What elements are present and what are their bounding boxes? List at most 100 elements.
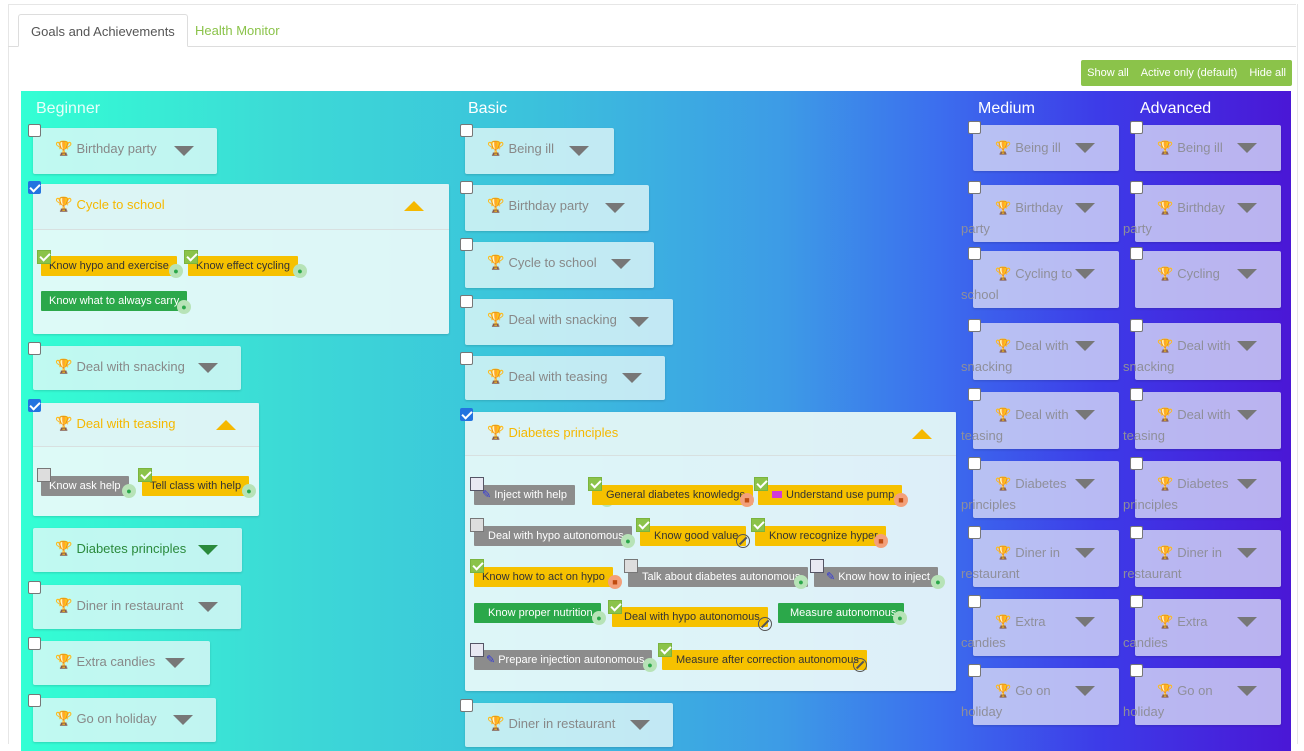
chevron-down-icon[interactable] — [198, 545, 218, 555]
chevron-down-icon[interactable] — [629, 317, 649, 327]
goal-card[interactable]: 🏆 Birthday party — [465, 185, 649, 231]
goal-checkbox[interactable] — [968, 526, 981, 539]
goal-checkbox[interactable] — [968, 457, 981, 470]
goal-checkbox[interactable] — [968, 388, 981, 401]
skill-chip[interactable]: Tell class with help — [142, 476, 250, 496]
chevron-down-icon[interactable] — [165, 658, 185, 668]
chevron-down-icon[interactable] — [630, 720, 650, 730]
skill-checkbox[interactable] — [636, 518, 650, 532]
chevron-up-icon[interactable] — [216, 420, 236, 430]
chevron-down-icon[interactable] — [1075, 479, 1095, 489]
goal-checkbox[interactable] — [1130, 121, 1143, 134]
skill-checkbox[interactable] — [184, 250, 198, 264]
goal-checkbox[interactable] — [460, 181, 473, 194]
goal-checkbox[interactable] — [1130, 526, 1143, 539]
goal-card[interactable]: 🏆 Being ill — [1135, 125, 1281, 171]
goal-checkbox[interactable] — [1130, 595, 1143, 608]
chevron-down-icon[interactable] — [1075, 341, 1095, 351]
chevron-down-icon[interactable] — [1237, 341, 1257, 351]
goal-card[interactable]: 🏆 Diner in restaurant — [961, 530, 1119, 587]
hide-all-button[interactable]: Hide all — [1243, 60, 1292, 86]
goal-checkbox[interactable] — [968, 247, 981, 260]
skill-checkbox[interactable] — [624, 559, 638, 573]
skill-chip[interactable]: Deal with hypo autonomous — [612, 607, 768, 627]
goal-card[interactable]: 🏆 Being ill — [973, 125, 1119, 171]
chevron-down-icon[interactable] — [198, 602, 218, 612]
skill-chip[interactable]: ✎ Inject with help — [474, 485, 575, 505]
chevron-down-icon[interactable] — [1075, 686, 1095, 696]
goal-card[interactable]: 🏆 Diabetes principles — [33, 528, 242, 572]
goal-card[interactable]: 🏆 Being ill — [465, 128, 614, 174]
skill-chip[interactable]: Measure after correction autonomous — [662, 650, 867, 670]
skill-chip[interactable]: Know hypo and exercise — [41, 256, 177, 276]
chevron-down-icon[interactable] — [1237, 269, 1257, 279]
goal-card[interactable]: 🏆 Extra candies — [33, 641, 210, 685]
skill-checkbox[interactable] — [37, 250, 51, 264]
goal-card[interactable]: 🏆 Diabetes principles — [1123, 461, 1281, 518]
chevron-down-icon[interactable] — [1075, 143, 1095, 153]
goal-checkbox[interactable] — [28, 124, 41, 137]
goal-checkbox[interactable] — [968, 595, 981, 608]
skill-checkbox[interactable] — [470, 559, 484, 573]
skill-chip[interactable]: Deal with hypo autonomous — [474, 526, 632, 546]
chevron-down-icon[interactable] — [622, 373, 642, 383]
skill-checkbox[interactable] — [588, 477, 602, 491]
goal-card[interactable]: 🏆 Extra candies — [1123, 599, 1281, 656]
goal-checkbox[interactable] — [968, 121, 981, 134]
skill-checkbox[interactable] — [608, 600, 622, 614]
goal-card[interactable]: 🏆 Cycle to school — [465, 242, 654, 288]
goal-card[interactable]: 🏆 Deal with snacking — [33, 346, 241, 390]
goal-checkbox[interactable] — [1130, 388, 1143, 401]
chevron-down-icon[interactable] — [1075, 410, 1095, 420]
chevron-down-icon[interactable] — [1237, 410, 1257, 420]
goal-checkbox[interactable] — [968, 181, 981, 194]
goal-card[interactable]: 🏆 Birthday party — [33, 128, 217, 174]
skill-chip[interactable]: Know ask help — [41, 476, 129, 496]
goal-checkbox[interactable] — [28, 342, 41, 355]
chevron-down-icon[interactable] — [1075, 203, 1095, 213]
goal-card[interactable]: 🏆 Deal with snacking — [1123, 323, 1281, 380]
goal-card[interactable]: 🏆 Diabetes principles — [961, 461, 1119, 518]
goal-checkbox[interactable] — [1130, 247, 1143, 260]
goal-checkbox[interactable] — [460, 408, 473, 421]
goal-checkbox[interactable] — [28, 694, 41, 707]
skill-checkbox[interactable] — [754, 477, 768, 491]
skill-checkbox[interactable] — [138, 468, 152, 482]
chevron-down-icon[interactable] — [605, 203, 625, 213]
skill-checkbox[interactable] — [810, 559, 824, 573]
skill-chip[interactable]: Know what to always carry — [41, 291, 188, 311]
show-all-button[interactable]: Show all — [1081, 60, 1135, 86]
chevron-down-icon[interactable] — [1237, 143, 1257, 153]
goal-checkbox[interactable] — [1130, 457, 1143, 470]
skill-chip[interactable]: Know effect cycling — [188, 256, 298, 276]
skill-checkbox[interactable] — [470, 477, 484, 491]
chevron-down-icon[interactable] — [1075, 548, 1095, 558]
skill-chip[interactable]: ✎ Prepare injection autonomous — [474, 650, 653, 670]
goal-checkbox[interactable] — [460, 124, 473, 137]
chevron-down-icon[interactable] — [1075, 269, 1095, 279]
skill-chip[interactable]: Know good value — [640, 526, 747, 546]
goal-card[interactable]: 🏆 Go on holiday — [1123, 668, 1281, 725]
goal-checkbox[interactable] — [1130, 664, 1143, 677]
skill-chip[interactable]: Measure autonomous — [778, 603, 905, 623]
goal-card[interactable]: 🏆 Deal with snacking — [961, 323, 1119, 380]
chevron-up-icon[interactable] — [404, 201, 424, 211]
chevron-down-icon[interactable] — [611, 259, 631, 269]
goal-card[interactable]: 🏆 Diner in restaurant — [1123, 530, 1281, 587]
skill-chip[interactable]: Understand use pump — [758, 485, 903, 505]
goal-card[interactable]: 🏆 Cycling — [1135, 251, 1281, 308]
skill-checkbox[interactable] — [470, 518, 484, 532]
goal-card[interactable]: 🏆 Deal with snacking — [465, 299, 673, 345]
chevron-down-icon[interactable] — [1237, 617, 1257, 627]
skill-chip[interactable]: Know how to act on hypo — [474, 567, 613, 587]
skill-checkbox[interactable] — [751, 518, 765, 532]
goal-card[interactable]: 🏆 Birthday party — [961, 185, 1119, 242]
goal-card[interactable]: 🏆 Deal with teasing — [465, 356, 665, 400]
skill-checkbox[interactable] — [37, 468, 51, 482]
chevron-down-icon[interactable] — [1237, 548, 1257, 558]
goal-card[interactable]: 🏆 Cycling to school — [961, 251, 1119, 308]
goal-checkbox[interactable] — [968, 664, 981, 677]
goal-card[interactable]: 🏆 Extra candies — [961, 599, 1119, 656]
goal-card[interactable]: 🏆 Deal with teasing — [961, 392, 1119, 449]
skill-chip[interactable]: ✎ Know how to inject — [814, 567, 938, 587]
